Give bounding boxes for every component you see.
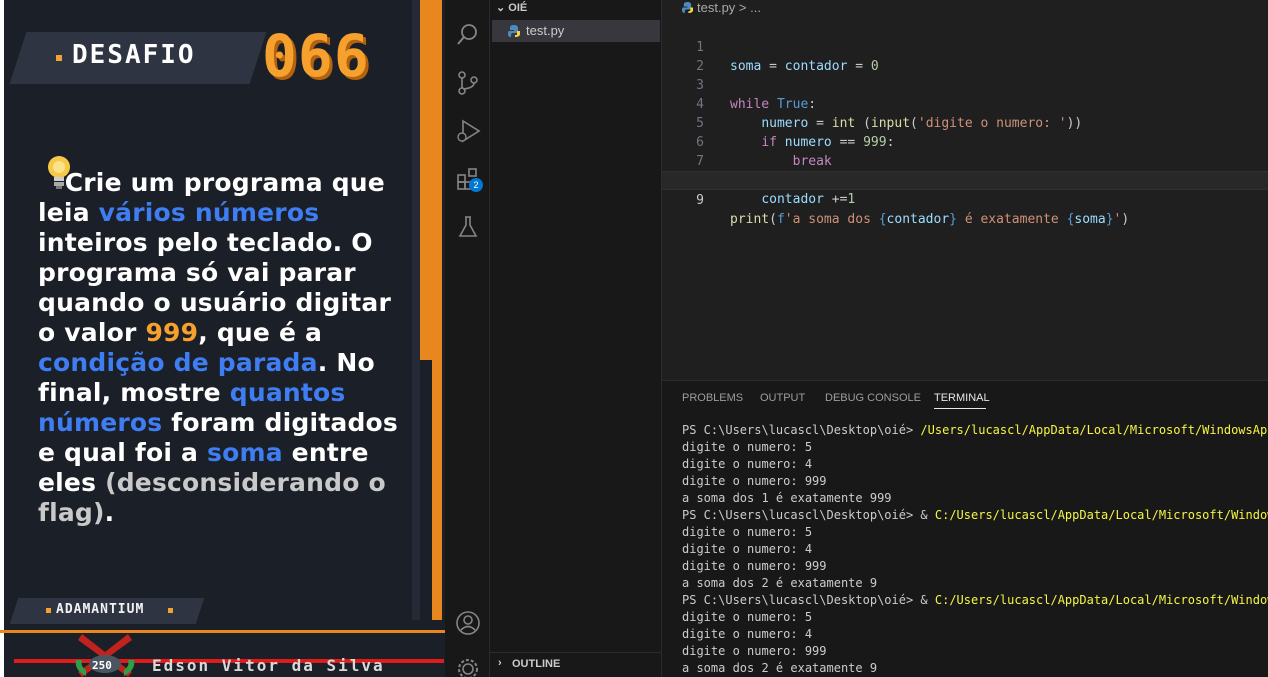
python-file-icon [682,2,693,13]
python-file-icon [508,25,520,37]
code-line-current: 9 print(f'a soma dos {contador} é exatam… [662,171,1268,227]
card-frame-inner [412,0,420,620]
run-debug-icon[interactable] [455,118,481,144]
terminal-output-line: digite o numero: 999 [682,644,827,658]
explorer-sidebar: ⌄ OIÉ test.py › OUTLINE [490,0,662,677]
card-left-edge [0,0,4,677]
description-segment: soma [207,438,283,467]
tab-problems[interactable]: PROBLEMS [682,392,743,404]
code-line: 2 [662,38,1268,74]
author-name: Edson Vitor da Silva [152,656,385,675]
rank-bullet-right [168,608,173,613]
code-editor[interactable]: test.py > ... 1 soma = contador = 0 2 3 … [662,0,1268,380]
code-text: contador +=1 [761,192,856,207]
terminal-output-line: digite o numero: 5 [682,525,813,539]
code-line: 7 soma +=numero [662,133,1268,188]
description-segment: , que é a [198,318,323,347]
description-segment: vários números [98,198,320,227]
chevron-right-icon: › [498,657,502,669]
code-line: 1 soma = contador = 0 [662,19,1268,74]
file-label: test.py [526,23,565,38]
terminal-command: C:/Users/lucascl/AppData/Local/Microsoft… [934,593,1268,607]
challenge-number: 066 [262,22,370,90]
code-line: 4 numero = int (input('digite o numero: … [662,76,1268,131]
terminal-prompt: PS C:\Users\lucascl\Desktop\oié> & [682,508,935,522]
active-tab-indicator [934,408,986,409]
activity-bar [445,0,490,677]
card-frame-orange [420,0,442,360]
title-bullet [56,55,62,61]
rank-label: ADAMANTIUM [56,602,145,617]
line-number: 9 [696,193,704,208]
code-text: print(f'a soma dos {contador} é exatamen… [730,212,1130,227]
description-segment: 999 [145,318,199,347]
terminal-prompt: PS C:\Users\lucascl\Desktop\oié> & [682,593,935,607]
bottom-panel: PROBLEMS OUTPUT DEBUG CONSOLE TERMINAL P… [662,380,1268,677]
terminal-output-line: digite o numero: 999 [682,559,827,573]
outline-label: OUTLINE [512,658,561,670]
testing-icon[interactable] [455,214,481,240]
terminal-prompt: PS C:\Users\lucascl\Desktop\oié> [682,423,921,437]
terminal-output-line: digite o numero: 4 [682,627,813,641]
search-icon[interactable] [455,22,481,48]
code-line: 3 while True: [662,57,1268,112]
terminal-output-line: digite o numero: 5 [682,440,813,454]
terminal-command: /Users/lucascl/AppData/Local/Microsoft/W… [920,423,1268,437]
tab-output[interactable]: OUTPUT [760,392,805,404]
terminal-output-line: digite o numero: 5 [682,610,813,624]
code-line: 6 break [662,114,1268,169]
badge-number: 250 [92,659,112,672]
terminal-output-line: a soma dos 2 é exatamente 9 [682,576,878,590]
description-segment: condição de parada [38,348,318,377]
terminal-output-line: digite o numero: 4 [682,457,813,471]
card-frame-orange-lower [432,350,442,620]
breadcrumb[interactable]: test.py > ... [682,0,761,18]
chevron-down-icon: ⌄ [496,2,506,14]
tab-debug-console[interactable]: DEBUG CONSOLE [825,392,921,404]
extensions-count-badge: 2 [469,178,483,192]
file-item-test-py[interactable]: test.py [492,20,660,42]
challenge-description: Crie um programa que leia vários números… [38,168,408,528]
rank-bullet-left [46,608,51,613]
challenge-card: DESAFIO 066 Crie um programa que leia vá… [0,0,445,677]
terminal-prompt-line: PS C:\Users\lucascl\Desktop\oié> /Users/… [682,422,1268,439]
terminal-command: C:/Users/lucascl/AppData/Local/Microsoft… [934,508,1268,522]
outline-section-header[interactable]: › OUTLINE [490,652,661,677]
code-line: 5 if numero == 999: [662,95,1268,150]
folder-name: OIÉ [508,2,528,14]
description-segment: . [104,498,115,527]
account-icon[interactable] [455,610,481,636]
tab-terminal[interactable]: TERMINAL [934,392,990,404]
breadcrumb-text: test.py > ... [697,0,761,15]
terminal-output-line: a soma dos 2 é exatamente 9 [682,661,878,675]
terminal-output-line: digite o numero: 999 [682,474,827,488]
terminal-prompt-line: PS C:\Users\lucascl\Desktop\oié> & C:/Us… [682,592,1268,609]
explorer-folder-header[interactable]: ⌄ OIÉ [496,1,527,14]
source-control-icon[interactable] [455,70,481,96]
terminal-output-line: digite o numero: 4 [682,542,813,556]
settings-gear-icon[interactable] [455,656,481,677]
terminal-output-line: a soma dos 1 é exatamente 999 [682,491,892,505]
challenge-label: DESAFIO [72,40,196,70]
terminal-prompt-line: PS C:\Users\lucascl\Desktop\oié> & C:/Us… [682,507,1268,524]
code-line: 8 contador +=1 [662,152,1268,207]
footer-orange-line [0,630,445,633]
